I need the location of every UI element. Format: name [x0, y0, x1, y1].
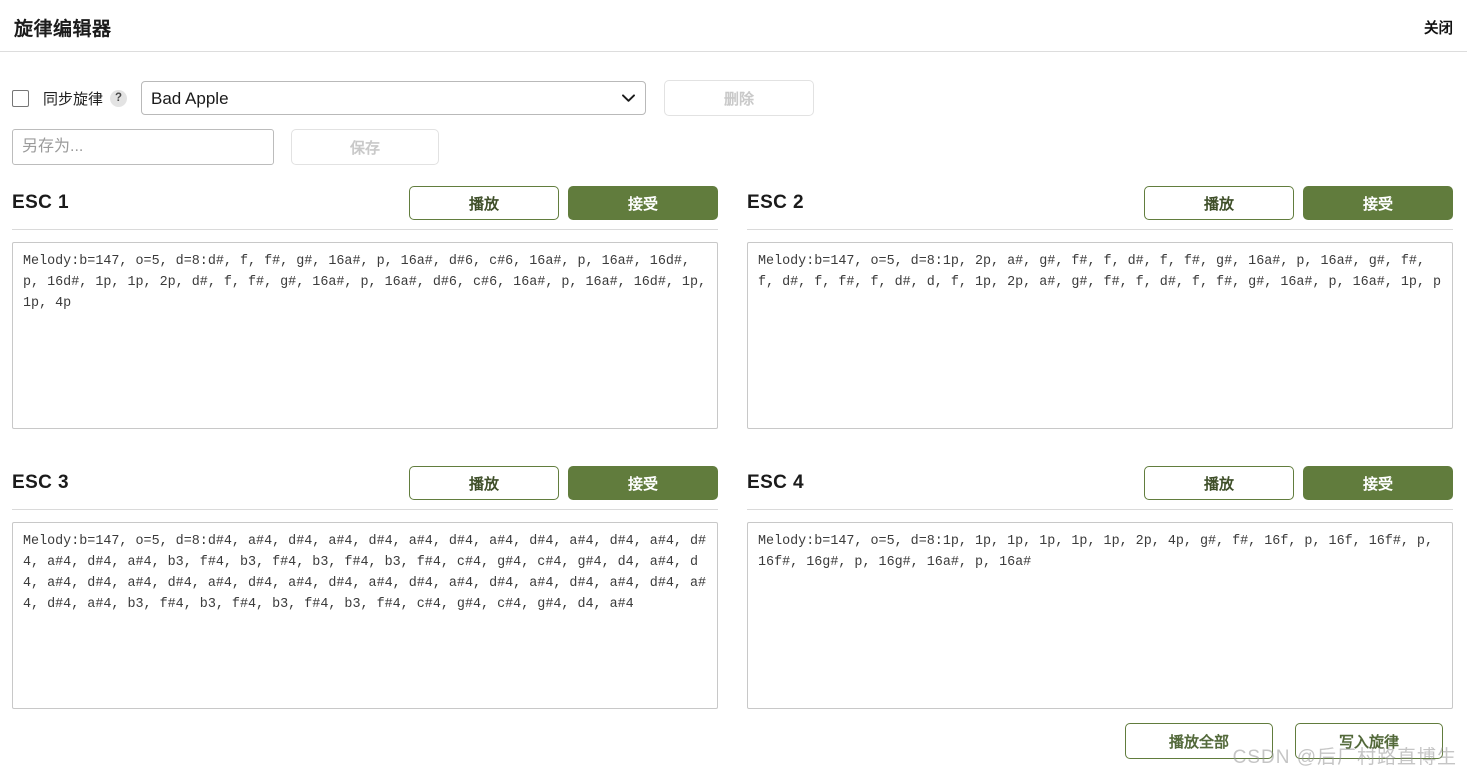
panel-header: ESC 4 播放 接受	[747, 466, 1453, 510]
help-icon[interactable]: ?	[110, 89, 128, 107]
toolbar-row-melody-select: 同步旋律 ? Bad Apple 删除	[12, 80, 815, 116]
melody-select[interactable]: Bad Apple	[141, 81, 647, 115]
page-title: 旋律编辑器	[14, 19, 112, 40]
panel-esc-2: ESC 2 播放 接受 Melody:b=147, o=5, d=8:1p, 2…	[747, 186, 1453, 429]
play-button[interactable]: 播放	[1144, 186, 1294, 220]
accept-button[interactable]: 接受	[568, 186, 718, 220]
save-as-input[interactable]	[12, 129, 274, 165]
dialog-header: 旋律编辑器 关闭	[0, 0, 1467, 52]
play-button[interactable]: 播放	[409, 466, 559, 500]
accept-button[interactable]: 接受	[1303, 186, 1453, 220]
panel-header: ESC 2 播放 接受	[747, 186, 1453, 230]
accept-button[interactable]: 接受	[1303, 466, 1453, 500]
melody-editor-dialog: 旋律编辑器 关闭 同步旋律 ? Bad Apple 删除 保存 ESC 1 播放…	[0, 0, 1467, 774]
accept-button[interactable]: 接受	[568, 466, 718, 500]
melody-textarea[interactable]: Melody:b=147, o=5, d=8:1p, 1p, 1p, 1p, 1…	[747, 522, 1453, 709]
play-all-button[interactable]: 播放全部	[1125, 723, 1273, 759]
delete-button[interactable]: 删除	[664, 80, 815, 116]
panel-esc-4: ESC 4 播放 接受 Melody:b=147, o=5, d=8:1p, 1…	[747, 466, 1453, 709]
save-button[interactable]: 保存	[291, 129, 439, 165]
melody-textarea[interactable]: Melody:b=147, o=5, d=8:1p, 2p, a#, g#, f…	[747, 242, 1453, 429]
close-button[interactable]: 关闭	[1424, 17, 1453, 38]
panel-title: ESC 1	[12, 192, 69, 213]
panel-header: ESC 1 播放 接受	[12, 186, 718, 230]
panel-buttons: 播放 接受	[1144, 186, 1453, 220]
melody-textarea[interactable]: Melody:b=147, o=5, d=8:d#4, a#4, d#4, a#…	[12, 522, 718, 709]
panel-title: ESC 4	[747, 472, 804, 493]
toolbar-row-save: 保存	[12, 129, 439, 165]
panel-buttons: 播放 接受	[409, 186, 718, 220]
panel-esc-3: ESC 3 播放 接受 Melody:b=147, o=5, d=8:d#4, …	[12, 466, 718, 709]
panel-title: ESC 2	[747, 192, 804, 213]
panel-buttons: 播放 接受	[1144, 466, 1453, 500]
melody-select-wrapper: Bad Apple	[141, 81, 647, 115]
play-button[interactable]: 播放	[1144, 466, 1294, 500]
write-melody-button[interactable]: 写入旋律	[1295, 723, 1443, 759]
melody-textarea[interactable]: Melody:b=147, o=5, d=8:d#, f, f#, g#, 16…	[12, 242, 718, 429]
play-button[interactable]: 播放	[409, 186, 559, 220]
panel-header: ESC 3 播放 接受	[12, 466, 718, 510]
footer-actions: 播放全部 写入旋律	[0, 723, 1455, 759]
panel-title: ESC 3	[12, 472, 69, 493]
panel-buttons: 播放 接受	[409, 466, 718, 500]
sync-melody-checkbox[interactable]	[12, 89, 29, 107]
panel-esc-1: ESC 1 播放 接受 Melody:b=147, o=5, d=8:d#, f…	[12, 186, 718, 429]
sync-melody-label: 同步旋律	[43, 90, 104, 108]
